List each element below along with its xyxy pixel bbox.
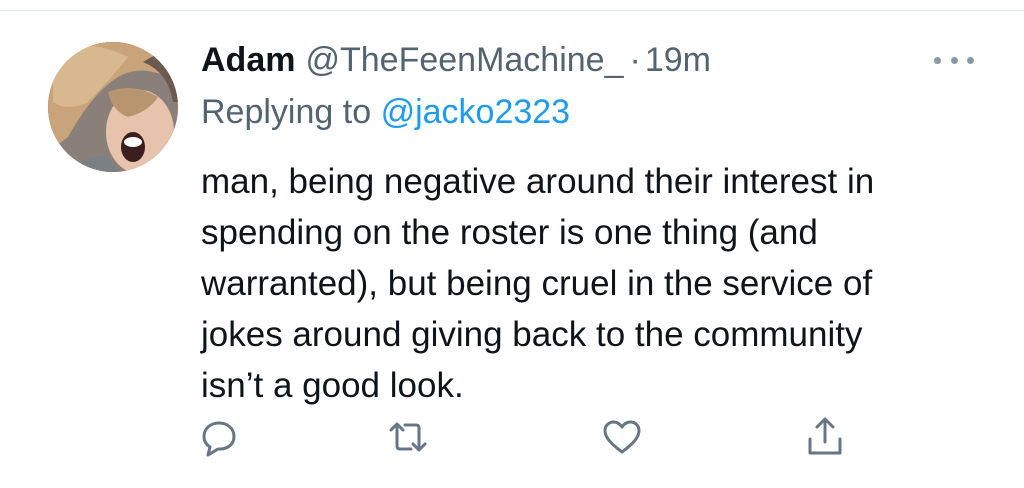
user-handle[interactable]: @TheFeenMachine_: [305, 38, 623, 82]
tweet-text-line: jokes around giving back to the communit…: [201, 315, 863, 354]
replying-to-line: Replying to @jacko2323: [201, 90, 570, 134]
more-horizontal-icon[interactable]: [934, 50, 974, 70]
display-name[interactable]: Adam: [201, 38, 295, 82]
replying-to-mention[interactable]: @jacko2323: [381, 93, 571, 131]
retweet-button[interactable]: [386, 415, 430, 459]
like-button[interactable]: [600, 415, 644, 459]
tweet-text: man, being negative around their interes…: [201, 156, 991, 411]
avatar-photo: [48, 42, 178, 172]
tweet-text-line: spending on the roster is one thing (and: [201, 213, 818, 252]
share-upload-icon: [808, 417, 842, 455]
reply-button[interactable]: [197, 415, 241, 459]
top-divider: [0, 10, 1024, 11]
more-dot: [934, 56, 941, 64]
timestamp[interactable]: 19m: [645, 38, 711, 82]
heart-outline-icon: [603, 420, 641, 454]
avatar[interactable]: [48, 42, 178, 172]
retweet-arrows-icon: [389, 422, 427, 452]
separator-dot: ·: [629, 41, 641, 79]
more-dot: [950, 56, 958, 64]
more-dot: [967, 56, 974, 64]
tweet-text-line: isn’t a good look.: [201, 366, 464, 405]
share-button[interactable]: [803, 415, 847, 459]
tweet-text-line: warranted), but being cruel in the servi…: [201, 264, 873, 303]
comment-bubble-icon: [202, 421, 236, 457]
replying-to-label: Replying to: [201, 93, 372, 131]
tweet-text-line: man, being negative around their interes…: [201, 162, 875, 201]
tweet-header: Adam @TheFeenMachine_ · 19m: [201, 38, 711, 82]
